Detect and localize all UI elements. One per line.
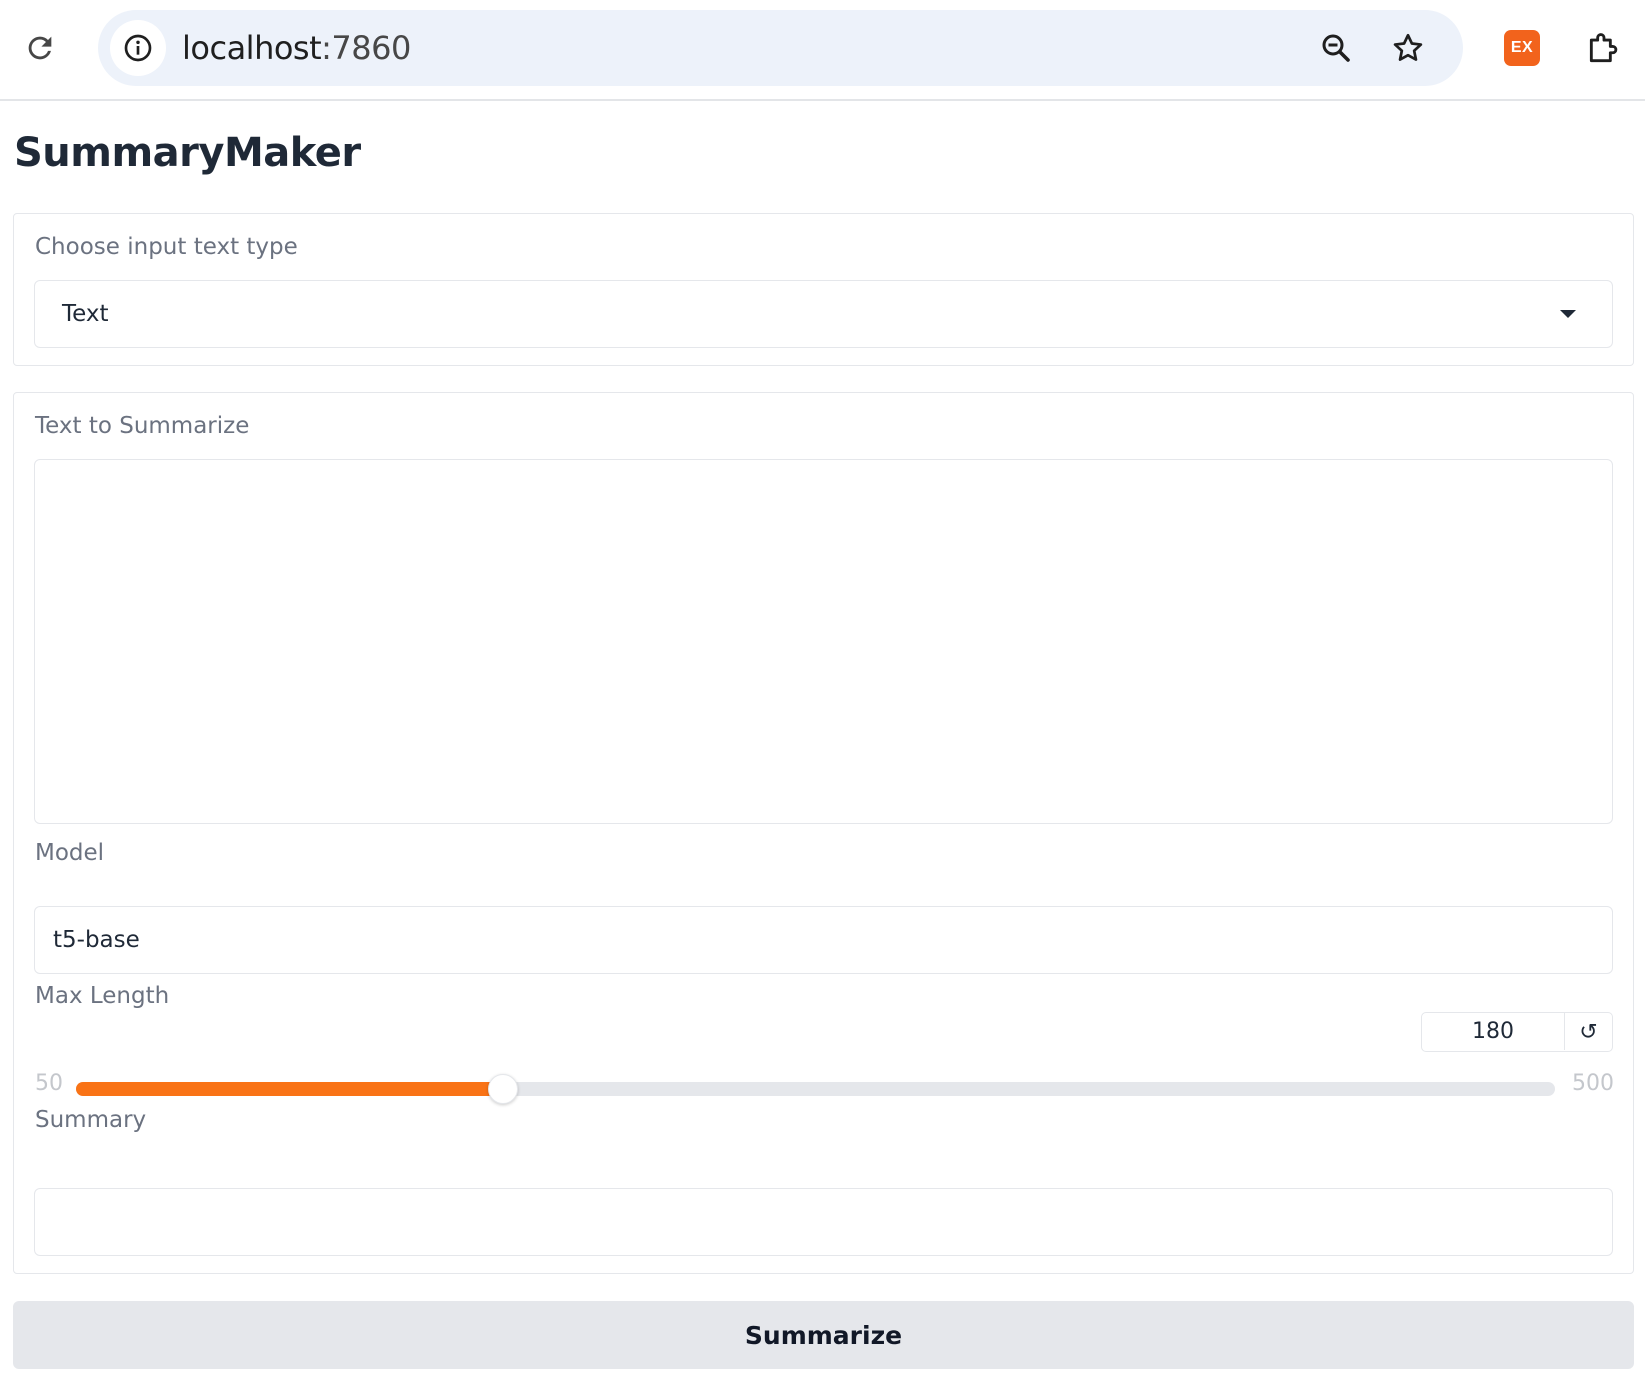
model-label: Model — [35, 840, 105, 866]
max-length-slider[interactable] — [76, 1074, 1555, 1104]
slider-max-label: 500 — [1572, 1071, 1614, 1096]
max-length-number-input[interactable]: 180 — [1422, 1013, 1564, 1050]
url-port: :7860 — [321, 29, 411, 67]
max-length-number-box: 180 ↺ — [1421, 1012, 1613, 1052]
input-type-label: Choose input text type — [35, 234, 298, 260]
model-value: t5-base — [53, 927, 140, 953]
slider-min-label: 50 — [35, 1071, 63, 1096]
chevron-down-icon — [1560, 310, 1576, 318]
address-bar[interactable]: localhost:7860 — [98, 10, 1463, 86]
summary-output[interactable] — [34, 1188, 1613, 1256]
slider-fill — [76, 1082, 503, 1096]
input-type-selected: Text — [62, 301, 109, 327]
browser-toolbar: localhost:7860 EX — [0, 0, 1645, 101]
slider-thumb[interactable] — [488, 1074, 518, 1104]
input-type-panel: Choose input text type Text — [13, 213, 1634, 366]
reset-icon[interactable]: ↺ — [1564, 1013, 1612, 1050]
model-input[interactable]: t5-base — [34, 906, 1613, 974]
reload-icon[interactable] — [20, 28, 60, 68]
url-host: localhost — [182, 29, 322, 67]
max-length-label: Max Length — [35, 983, 170, 1009]
bookmark-star-icon[interactable] — [1388, 28, 1428, 68]
summarize-button[interactable]: Summarize — [13, 1301, 1634, 1369]
text-to-summarize-label: Text to Summarize — [35, 413, 250, 439]
summarize-form-panel: Text to Summarize Model t5-base Max Leng… — [13, 392, 1634, 1274]
info-icon[interactable] — [110, 20, 166, 76]
text-to-summarize-textarea[interactable] — [34, 459, 1613, 824]
extension-badge-icon[interactable]: EX — [1504, 30, 1540, 66]
input-type-dropdown[interactable]: Text — [34, 280, 1613, 348]
puzzle-icon[interactable] — [1582, 26, 1626, 70]
zoom-icon[interactable] — [1316, 28, 1356, 68]
page-title: SummaryMaker — [14, 130, 361, 176]
summary-label: Summary — [35, 1107, 147, 1133]
url-text[interactable]: localhost:7860 — [182, 10, 411, 86]
